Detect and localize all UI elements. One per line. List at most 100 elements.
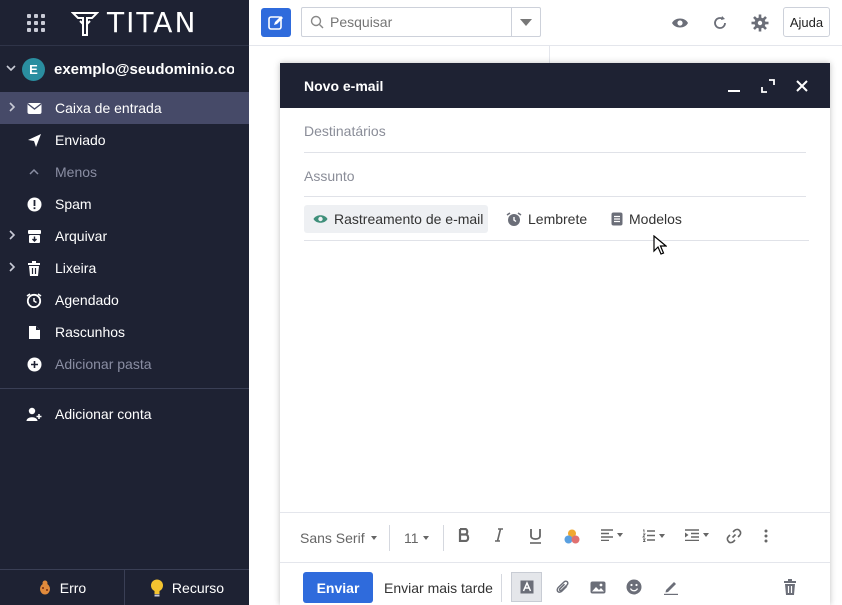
bold-icon[interactable]: [458, 528, 470, 542]
search-separator: [511, 8, 512, 36]
refresh-icon[interactable]: [710, 13, 730, 33]
subject-field[interactable]: Assunto: [304, 168, 806, 197]
compose-button[interactable]: [261, 8, 291, 37]
add-account-label: Adicionar conta: [55, 406, 152, 422]
folder-archive[interactable]: Arquivar: [0, 220, 249, 252]
templates-button[interactable]: Modelos: [611, 205, 682, 233]
attachment-icon[interactable]: [554, 578, 572, 596]
caret-down-icon: [659, 533, 665, 538]
brand-name: TITAN: [107, 6, 198, 39]
plus-circle-icon: [26, 356, 42, 372]
avatar: E: [22, 57, 45, 81]
folder-spam[interactable]: Spam: [0, 188, 249, 220]
close-icon[interactable]: [793, 77, 811, 95]
account-email: exemplo@seudominio.co...: [54, 60, 234, 78]
message-body[interactable]: [304, 248, 806, 503]
folder-less[interactable]: Menos: [0, 156, 249, 188]
account-selector[interactable]: E exemplo@seudominio.co...: [0, 46, 249, 92]
help-button[interactable]: Ajuda: [783, 7, 830, 37]
search-input[interactable]: [330, 14, 510, 30]
template-icon: [611, 212, 623, 226]
chevron-right-icon[interactable]: [7, 261, 17, 276]
chevron-right-icon[interactable]: [7, 229, 17, 244]
add-user-icon: [26, 406, 42, 422]
numbered-list-icon[interactable]: [642, 529, 665, 542]
apps-grid-icon[interactable]: [27, 13, 45, 32]
folder-scheduled[interactable]: Agendado: [0, 284, 249, 316]
titan-logo-icon: [71, 11, 99, 36]
folder-trash[interactable]: Lixeira: [0, 252, 249, 284]
chevron-down-icon[interactable]: [0, 62, 22, 77]
more-options-icon[interactable]: [764, 529, 768, 543]
reminder-button[interactable]: Lembrete: [506, 205, 587, 233]
trash-icon: [26, 260, 42, 276]
folder-label: Arquivar: [55, 228, 108, 244]
chevron-up-icon: [26, 164, 42, 180]
compose-title: Novo e-mail: [304, 77, 384, 94]
toolbar-separator: [389, 525, 390, 551]
font-family-select[interactable]: Sans Serif: [300, 530, 377, 546]
folder-label: Menos: [55, 164, 98, 180]
folder-label: Enviado: [55, 132, 106, 148]
discard-trash-icon[interactable]: [781, 578, 799, 596]
top-bar: Ajuda: [249, 0, 842, 46]
minimize-icon[interactable]: [725, 77, 743, 95]
search-options-dropdown-icon[interactable]: [520, 19, 532, 26]
subject-placeholder: Assunto: [304, 168, 355, 184]
alert-icon: [26, 196, 42, 212]
eye-icon[interactable]: [670, 13, 690, 33]
gear-icon[interactable]: [750, 13, 770, 33]
bug-icon: [39, 580, 50, 595]
folder-label: Adicionar pasta: [55, 356, 152, 372]
send-icon: [26, 132, 42, 148]
font-family-value: Sans Serif: [300, 530, 365, 546]
signature-icon[interactable]: [662, 578, 680, 596]
add-folder-button[interactable]: Adicionar pasta: [0, 348, 249, 380]
caret-down-icon: [703, 533, 709, 537]
sidebar: TITAN E exemplo@seudominio.co... Caixa d…: [0, 0, 249, 605]
titan-logo: TITAN: [71, 6, 197, 39]
underline-icon[interactable]: [529, 528, 542, 544]
align-icon[interactable]: [600, 529, 623, 541]
folder-label: Agendado: [55, 292, 119, 308]
archive-icon: [26, 228, 42, 244]
clock-icon: [26, 292, 42, 308]
link-icon[interactable]: [726, 528, 742, 544]
image-icon[interactable]: [589, 578, 607, 596]
chevron-right-icon[interactable]: [7, 101, 17, 116]
compose-header: Novo e-mail: [280, 63, 830, 108]
indent-icon[interactable]: [684, 529, 709, 541]
font-size-value: 11: [404, 530, 419, 546]
recipients-field[interactable]: Destinatários: [304, 123, 806, 153]
edit-icon: [268, 15, 283, 30]
search-icon: [310, 15, 324, 29]
search-box[interactable]: [301, 7, 541, 37]
italic-icon[interactable]: [494, 528, 504, 542]
feature-label: Recurso: [171, 579, 225, 596]
font-size-select[interactable]: 11: [404, 530, 429, 546]
recipients-placeholder: Destinatários: [304, 123, 386, 139]
feature-request-button[interactable]: Recurso: [124, 570, 249, 605]
templates-label: Modelos: [629, 211, 682, 227]
compose-window: Novo e-mail Destinatários Assunto Rastre…: [280, 63, 830, 605]
expand-icon[interactable]: [759, 77, 777, 95]
caret-down-icon: [617, 533, 623, 537]
send-toolbar: Enviar Enviar mais tarde: [280, 562, 830, 605]
send-later-button[interactable]: Enviar mais tarde: [384, 580, 493, 596]
bug-label: Erro: [59, 579, 87, 596]
sidebar-header: TITAN: [0, 0, 249, 46]
text-format-icon[interactable]: [511, 572, 542, 602]
add-account-button[interactable]: Adicionar conta: [0, 398, 249, 430]
folder-sent[interactable]: Enviado: [0, 124, 249, 156]
toolbar-separator: [501, 574, 502, 602]
emoji-icon[interactable]: [625, 578, 643, 596]
sidebar-footer: Erro Recurso: [0, 569, 249, 605]
email-tracking-toggle[interactable]: Rastreamento de e-mail: [304, 205, 488, 233]
folder-drafts[interactable]: Rascunhos: [0, 316, 249, 348]
draft-icon: [26, 324, 42, 340]
report-bug-button[interactable]: Erro: [0, 570, 124, 605]
alarm-clock-icon: [506, 211, 522, 226]
send-button[interactable]: Enviar: [303, 572, 373, 603]
text-color-icon[interactable]: [564, 529, 580, 545]
folder-inbox[interactable]: Caixa de entrada: [0, 92, 249, 124]
